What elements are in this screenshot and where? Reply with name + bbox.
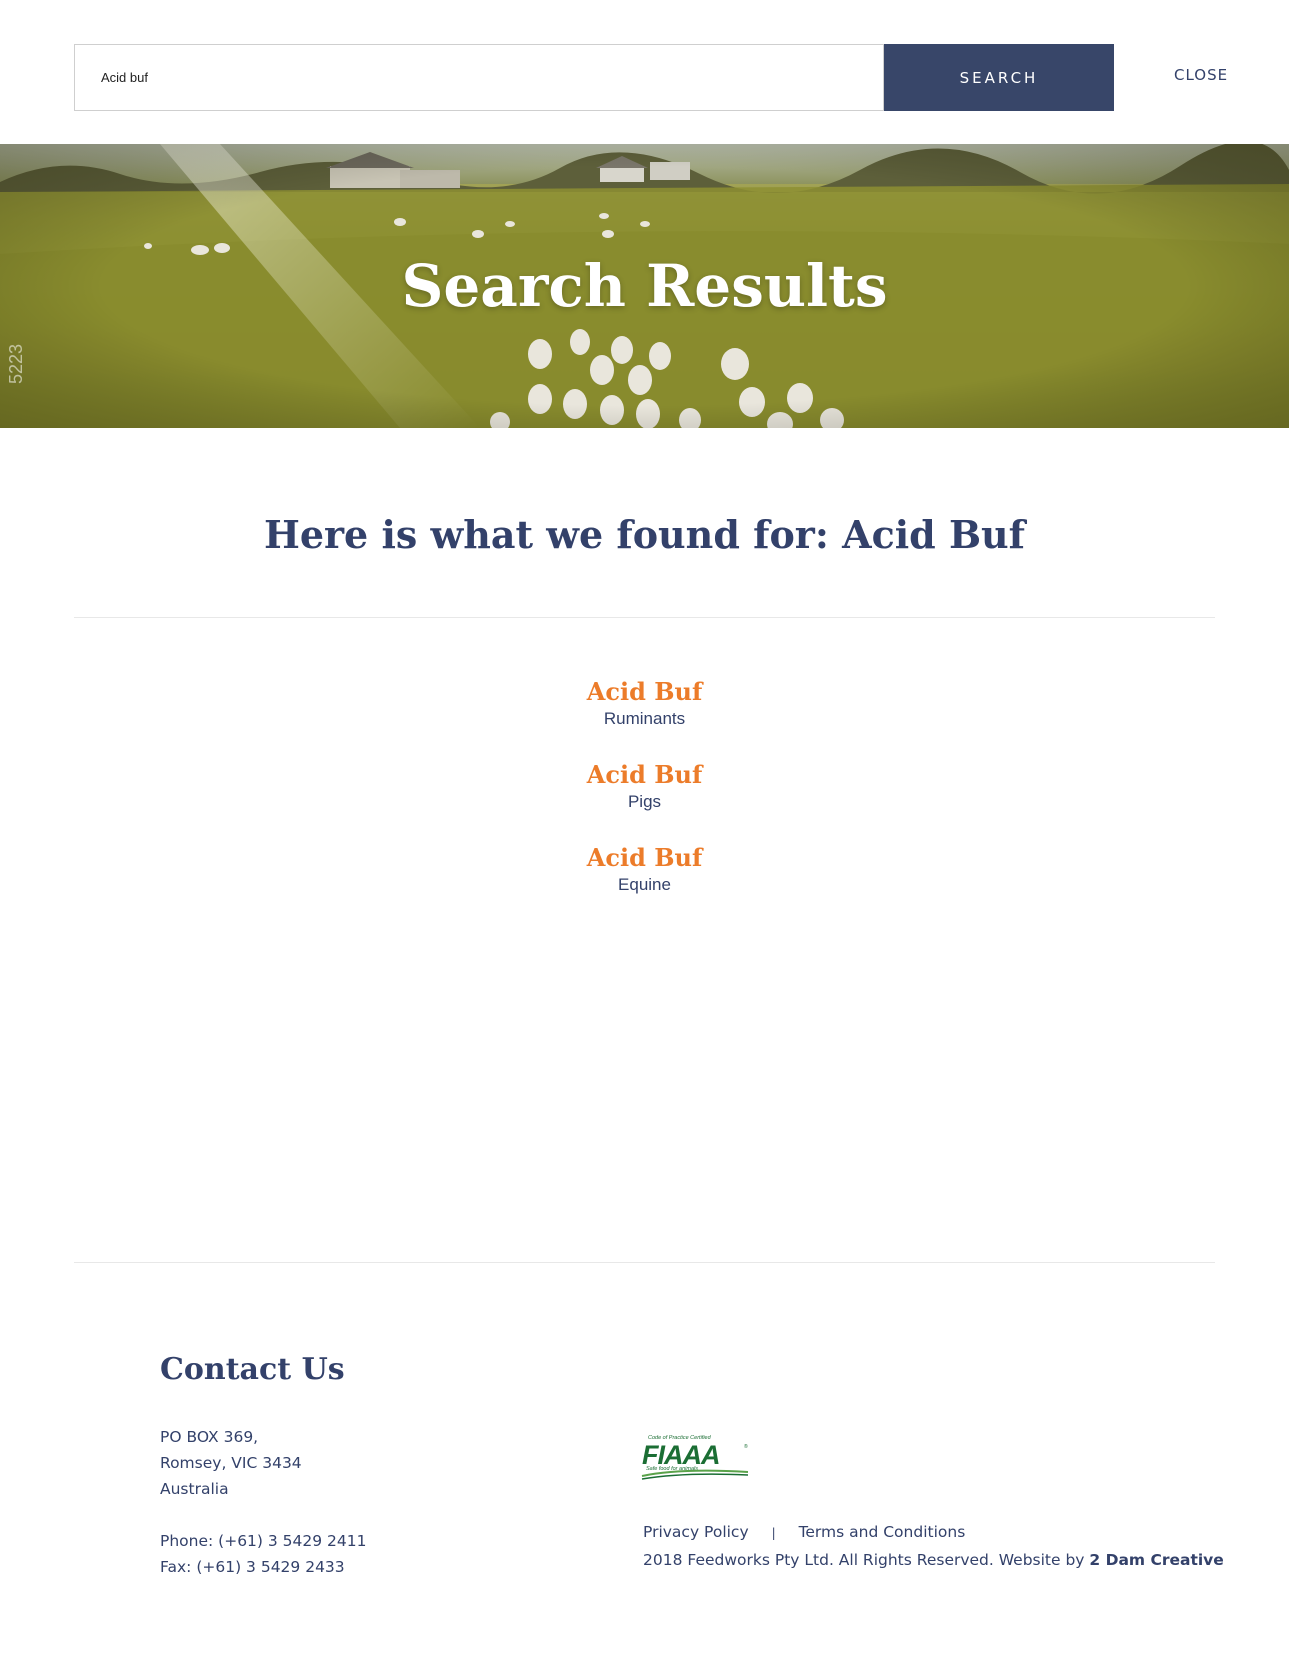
search-button[interactable]: SEARCH [884,44,1114,111]
address-line: Australia [160,1480,229,1498]
result-category: Pigs [627,792,662,811]
copyright: 2018 Feedworks Pty Ltd. All Rights Reser… [643,1551,1224,1569]
phone-number: Phone: (+61) 3 5429 2411 [160,1532,367,1550]
result-category: Ruminants [603,709,686,728]
result-item: Acid Buf Ruminants [0,676,1289,759]
contact-numbers: Phone: (+61) 3 5429 2411 Fax: (+61) 3 54… [160,1528,367,1580]
result-link[interactable]: Acid Buf [0,842,1289,874]
contact-title: Contact Us [160,1352,345,1387]
search-input[interactable] [74,44,884,111]
result-item: Acid Buf Pigs [0,759,1289,842]
postal-address: PO BOX 369, Romsey, VIC 3434 Australia [160,1424,302,1502]
credit-link[interactable]: 2 Dam Creative [1089,1551,1223,1569]
svg-text:®: ® [744,1443,748,1450]
link-separator: | [771,1526,776,1540]
fax-number: Fax: (+61) 3 5429 2433 [160,1558,345,1576]
divider-bottom [74,1262,1215,1263]
hero-banner: Search Results 5223 [0,144,1289,428]
close-button[interactable]: CLOSE [1174,66,1228,84]
result-item: Acid Buf Equine [0,842,1289,925]
results-heading: Here is what we found for: Acid Buf [263,512,1026,557]
result-link[interactable]: Acid Buf [0,676,1289,708]
results-list: Acid Buf Ruminants Acid Buf Pigs Acid Bu… [0,676,1289,925]
address-line: PO BOX 369, [160,1428,259,1446]
page-title: Search Results [401,252,888,320]
terms-link[interactable]: Terms and Conditions [799,1523,966,1541]
footer-links: Privacy Policy | Terms and Conditions [643,1523,965,1541]
privacy-policy-link[interactable]: Privacy Policy [643,1523,749,1541]
result-category: Equine [618,875,671,894]
result-link[interactable]: Acid Buf [0,759,1289,791]
fiaaa-logo: Code of Practice Certified FIAAA ® Safe … [641,1435,749,1480]
address-line: Romsey, VIC 3434 [160,1454,302,1472]
copyright-text: 2018 Feedworks Pty Ltd. All Rights Reser… [643,1551,1090,1569]
divider-top [74,617,1215,618]
photo-number: 5223 [6,343,26,384]
search-bar: SEARCH [74,44,1114,111]
